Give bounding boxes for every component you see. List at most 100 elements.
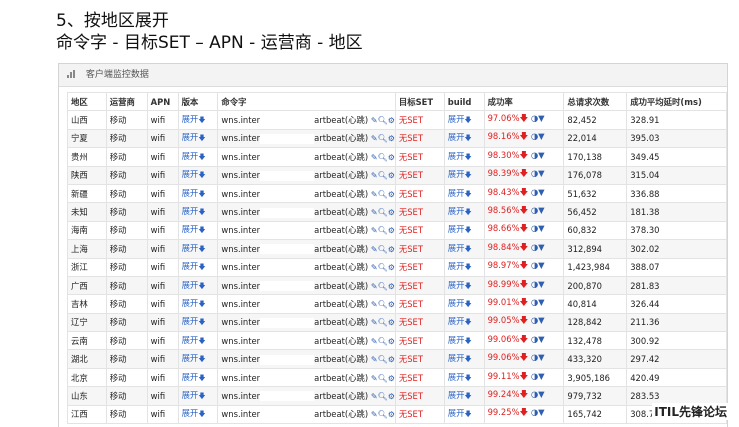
arrow-down-icon[interactable]: 🡇 — [198, 374, 205, 382]
filter-icon[interactable]: ▼ — [538, 407, 544, 417]
expand-version-link[interactable]: 展开 — [182, 298, 199, 308]
expand-build-link[interactable]: 展开 — [448, 206, 465, 216]
col-header-region[interactable]: 地区 — [67, 91, 107, 112]
cell-version[interactable]: 展开🡇 — [177, 367, 219, 388]
arrow-down-icon[interactable]: 🡇 — [198, 134, 205, 142]
search-icon[interactable]: 🔍︎ — [378, 300, 388, 309]
cell-version[interactable]: 展开🡇 — [177, 202, 219, 222]
filter-icon[interactable]: ▼ — [538, 279, 544, 289]
cell-version[interactable]: 展开🡇 — [177, 147, 219, 167]
cell-version[interactable]: 展开🡇 — [177, 349, 219, 369]
expand-build-link[interactable]: 展开 — [448, 188, 465, 198]
expand-build-link[interactable]: 展开 — [448, 353, 465, 363]
expand-version-link[interactable]: 展开 — [182, 132, 199, 142]
cell-version[interactable]: 展开🡇 — [177, 404, 219, 425]
expand-version-link[interactable]: 展开 — [182, 224, 199, 234]
cell-build[interactable]: 展开🡇 — [443, 275, 485, 296]
gear-icon[interactable]: ⚙︎ — [388, 171, 395, 180]
cell-version[interactable]: 展开🡇 — [177, 128, 219, 149]
gear-icon[interactable]: ⚙︎ — [388, 282, 395, 291]
expand-version-link[interactable]: 展开 — [182, 335, 199, 345]
cell-build[interactable]: 展开🡇 — [443, 349, 485, 369]
expand-build-link[interactable]: 展开 — [448, 151, 465, 161]
col-header-target-set[interactable]: 目标SET — [394, 91, 445, 112]
edit-pencil-icon[interactable]: ✎ — [371, 374, 378, 383]
expand-version-link[interactable]: 展开 — [182, 408, 199, 418]
filter-icon[interactable]: ▼ — [538, 352, 544, 362]
filter-icon[interactable]: ▼ — [538, 334, 544, 344]
arrow-down-icon[interactable]: 🡇 — [198, 245, 205, 253]
cell-build[interactable]: 展开🡇 — [443, 165, 485, 185]
arrow-down-icon[interactable]: 🡇 — [464, 410, 471, 418]
gear-icon[interactable]: ⚙︎ — [388, 245, 395, 254]
gear-icon[interactable]: ⚙︎ — [388, 153, 395, 162]
cell-version[interactable]: 展开🡇 — [177, 239, 219, 259]
gear-icon[interactable]: ⚙︎ — [388, 355, 395, 364]
cell-version[interactable]: 展开🡇 — [177, 183, 219, 204]
expand-build-link[interactable]: 展开 — [448, 316, 465, 326]
expand-build-link[interactable]: 展开 — [448, 335, 465, 345]
gear-icon[interactable]: ⚙︎ — [388, 208, 395, 217]
expand-build-link[interactable]: 展开 — [448, 390, 465, 400]
search-icon[interactable]: 🔍︎ — [378, 392, 388, 401]
arrow-down-icon[interactable]: 🡇 — [198, 392, 205, 400]
col-header-version[interactable]: 版本 — [177, 91, 219, 112]
expand-version-link[interactable]: 展开 — [182, 372, 199, 382]
search-icon[interactable]: 🔍︎ — [378, 190, 388, 199]
arrow-down-icon[interactable]: 🡇 — [464, 374, 471, 382]
col-header-total-requests[interactable]: 总请求次数 — [563, 91, 628, 112]
edit-pencil-icon[interactable]: ✎ — [371, 208, 378, 217]
cell-build[interactable]: 展开🡇 — [443, 367, 485, 388]
edit-pencil-icon[interactable]: ✎ — [371, 171, 378, 180]
edit-pencil-icon[interactable]: ✎ — [371, 282, 378, 291]
col-header-carrier[interactable]: 运营商 — [105, 91, 148, 112]
search-icon[interactable]: 🔍︎ — [378, 134, 388, 143]
filter-icon[interactable]: ▼ — [538, 205, 544, 215]
edit-pencil-icon[interactable]: ✎ — [371, 116, 378, 125]
expand-build-link[interactable]: 展开 — [448, 280, 465, 290]
edit-pencil-icon[interactable]: ✎ — [371, 337, 378, 346]
arrow-down-icon[interactable]: 🡇 — [198, 355, 205, 363]
search-icon[interactable]: 🔍︎ — [378, 263, 388, 272]
cell-version[interactable]: 展开🡇 — [177, 257, 219, 277]
arrow-down-icon[interactable]: 🡇 — [198, 208, 205, 216]
edit-pencil-icon[interactable]: ✎ — [371, 134, 378, 143]
filter-icon[interactable]: ▼ — [538, 315, 544, 325]
search-icon[interactable]: 🔍︎ — [378, 318, 388, 327]
arrow-down-icon[interactable]: 🡇 — [464, 116, 471, 124]
filter-icon[interactable]: ▼ — [538, 150, 544, 160]
expand-version-link[interactable]: 展开 — [182, 169, 199, 179]
expand-build-link[interactable]: 展开 — [448, 408, 465, 418]
arrow-down-icon[interactable]: 🡇 — [198, 318, 205, 326]
cell-build[interactable]: 展开🡇 — [443, 239, 485, 259]
expand-build-link[interactable]: 展开 — [448, 243, 465, 253]
filter-icon[interactable]: ▼ — [538, 187, 544, 197]
arrow-down-icon[interactable]: 🡇 — [198, 153, 205, 161]
cell-version[interactable]: 展开🡇 — [177, 312, 219, 333]
arrow-down-icon[interactable]: 🡇 — [464, 392, 471, 400]
search-icon[interactable]: 🔍︎ — [378, 410, 388, 419]
cell-build[interactable]: 展开🡇 — [443, 294, 485, 314]
arrow-down-icon[interactable]: 🡇 — [198, 116, 205, 124]
cell-version[interactable]: 展开🡇 — [177, 331, 219, 351]
arrow-down-icon[interactable]: 🡇 — [464, 153, 471, 161]
cell-build[interactable]: 展开🡇 — [443, 147, 485, 167]
arrow-down-icon[interactable]: 🡇 — [464, 263, 471, 271]
arrow-down-icon[interactable]: 🡇 — [198, 190, 205, 198]
arrow-down-icon[interactable]: 🡇 — [464, 355, 471, 363]
cell-build[interactable]: 展开🡇 — [443, 183, 485, 204]
edit-pencil-icon[interactable]: ✎ — [371, 355, 378, 364]
arrow-down-icon[interactable]: 🡇 — [464, 337, 471, 345]
expand-version-link[interactable]: 展开 — [182, 261, 199, 271]
search-icon[interactable]: 🔍︎ — [378, 282, 388, 291]
edit-pencil-icon[interactable]: ✎ — [371, 245, 378, 254]
filter-icon[interactable]: ▼ — [538, 113, 544, 123]
edit-pencil-icon[interactable]: ✎ — [371, 153, 378, 162]
search-icon[interactable]: 🔍︎ — [378, 374, 388, 383]
search-icon[interactable]: 🔍︎ — [378, 337, 388, 346]
col-header-avg-latency[interactable]: 成功平均延时(ms) — [626, 91, 727, 112]
col-header-command[interactable]: 命令字 — [217, 91, 396, 112]
arrow-down-icon[interactable]: 🡇 — [198, 226, 205, 234]
cell-build[interactable]: 展开🡇 — [443, 128, 485, 149]
expand-build-link[interactable]: 展开 — [448, 169, 465, 179]
